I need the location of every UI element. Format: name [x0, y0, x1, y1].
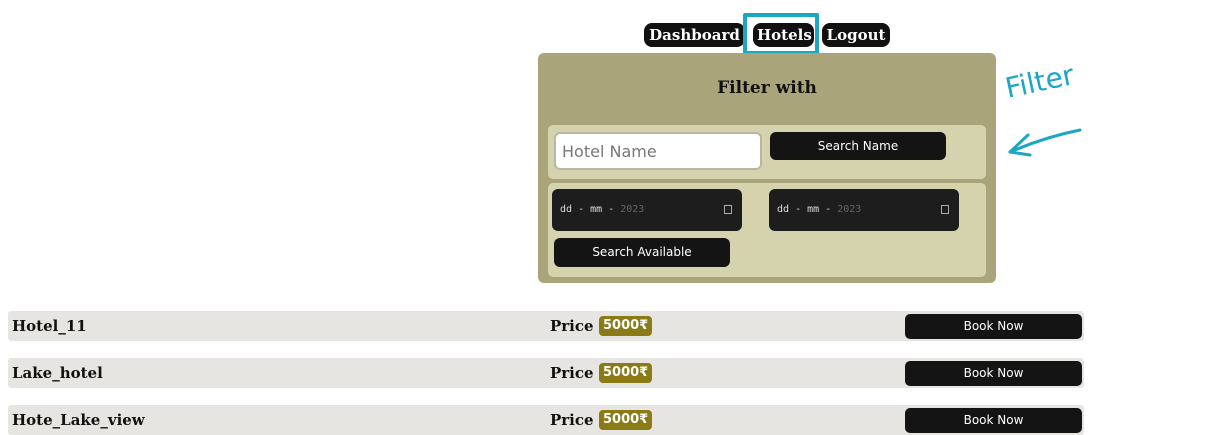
filter-title: Filter with [717, 78, 817, 98]
date-year-placeholder: 2023 [620, 204, 645, 215]
date-filter-row: dd - mm - 2023 dd - mm - 2023 Search Ava… [548, 183, 986, 277]
price-badge: 5000₹ [599, 363, 653, 383]
search-name-button[interactable]: Search Name [770, 132, 946, 160]
hotel-row: Lake_hotel Price 5000₹ Book Now [8, 358, 1084, 388]
book-now-button[interactable]: Book Now [905, 361, 1082, 386]
calendar-icon[interactable] [724, 205, 732, 214]
date-day-placeholder: dd [777, 204, 790, 215]
date-month-placeholder: mm [807, 204, 820, 215]
price-label: Price [550, 364, 594, 382]
hotel-name: Hotel_11 [12, 317, 87, 335]
book-now-button[interactable]: Book Now [905, 314, 1082, 339]
hotel-name: Lake_hotel [12, 364, 103, 382]
price-label: Price [550, 411, 594, 429]
date-day-placeholder: dd [560, 204, 573, 215]
name-filter-row: Search Name [548, 125, 986, 179]
hotel-name-input[interactable] [554, 132, 762, 170]
search-available-button[interactable]: Search Available [554, 238, 730, 267]
hotel-row: Hotel_11 Price 5000₹ Book Now [8, 311, 1084, 341]
book-now-button[interactable]: Book Now [905, 408, 1082, 433]
annotation-arrow-icon [1008, 128, 1082, 157]
check-out-date-input[interactable]: dd - mm - 2023 [769, 189, 959, 231]
filter-panel: Filter with Search Name dd - mm - 2023 d… [538, 53, 996, 283]
check-in-date-input[interactable]: dd - mm - 2023 [552, 189, 742, 231]
date-year-placeholder: 2023 [837, 204, 862, 215]
nav-logout-button[interactable]: Logout [822, 23, 890, 47]
price-label: Price [550, 317, 594, 335]
date-month-placeholder: mm [590, 204, 603, 215]
hotel-name: Hote_Lake_view [12, 411, 145, 429]
hotels-highlight-box [743, 13, 819, 55]
price-badge: 5000₹ [599, 410, 653, 430]
price-badge: 5000₹ [599, 316, 653, 336]
nav-dashboard-button[interactable]: Dashboard [644, 23, 745, 47]
calendar-icon[interactable] [941, 205, 949, 214]
hotel-row: Hote_Lake_view Price 5000₹ Book Now [8, 405, 1084, 435]
